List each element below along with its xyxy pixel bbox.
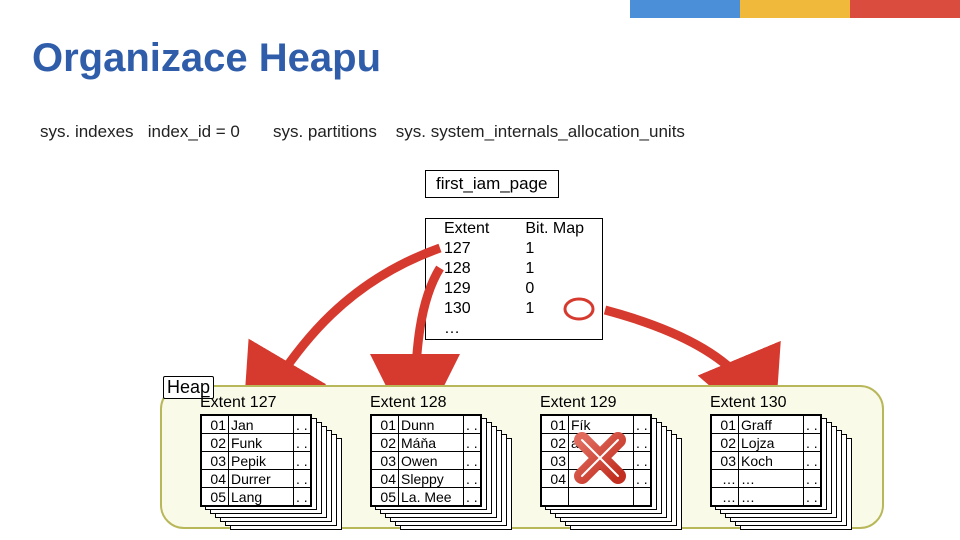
page-title: Organizace Heapu [32, 36, 381, 81]
extent-128: Extent 128 01Dunn. .02Máňa. .03Owen. .04… [370, 394, 500, 524]
extent-129: Extent 129 01Fík. .02aris. .03. .04. . [540, 394, 670, 524]
iam-cell [507, 319, 602, 339]
page-stack: 01Graff. .02Lojza. .03Koch. .……. .……. . [710, 414, 840, 524]
iam-cell: 1 [507, 259, 602, 279]
page-sheet: 01Dunn. .02Máňa. .03Owen. .04Sleppy. .05… [370, 414, 482, 507]
page-stack: 01Jan. .02Funk. .03Pepik. .04Durrer. .05… [200, 414, 330, 524]
iam-cell: 129 [426, 279, 507, 299]
extent-title: Extent 130 [710, 394, 840, 412]
iam-cell: 130 [426, 299, 507, 319]
page-sheet: 01Jan. .02Funk. .03Pepik. .04Durrer. .05… [200, 414, 312, 507]
extent-title: Extent 127 [200, 394, 330, 412]
catalog-labels: sys. indexes index_id = 0 sys. partition… [40, 122, 685, 142]
iam-cell: … [426, 319, 507, 339]
page-sheet: 01Fík. .02aris. .03. .04. . [540, 414, 652, 507]
label-sys-alloc: sys. system_internals_allocation_units [396, 122, 685, 142]
label-sys-partitions: sys. partitions [273, 122, 377, 142]
iam-cell: 128 [426, 259, 507, 279]
page-sheet: 01Graff. .02Lojza. .03Koch. .……. .……. . [710, 414, 822, 507]
label-index-id: index_id = 0 [148, 122, 240, 142]
iam-cell: 1 [507, 299, 602, 319]
extent-title: Extent 128 [370, 394, 500, 412]
iam-cell: 1 [507, 239, 602, 259]
iam-header-extent: Extent [426, 219, 507, 239]
page-stack: 01Fík. .02aris. .03. .04. . [540, 414, 670, 524]
extent-130: Extent 130 01Graff. .02Lojza. .03Koch. .… [710, 394, 840, 524]
label-sys-indexes: sys. indexes [40, 122, 134, 142]
iam-table: ExtentBit. Map 1271 1281 1290 1301 … [425, 218, 603, 340]
iam-cell: 127 [426, 239, 507, 259]
iam-header-bitmap: Bit. Map [507, 219, 602, 239]
extent-127: Extent 127 01Jan. .02Funk. .03Pepik. .04… [200, 394, 330, 524]
first-iam-page-box: first_iam_page [425, 170, 559, 198]
iam-cell: 0 [507, 279, 602, 299]
accent-stripe [630, 0, 960, 18]
page-stack: 01Dunn. .02Máňa. .03Owen. .04Sleppy. .05… [370, 414, 500, 524]
extent-title: Extent 129 [540, 394, 670, 412]
